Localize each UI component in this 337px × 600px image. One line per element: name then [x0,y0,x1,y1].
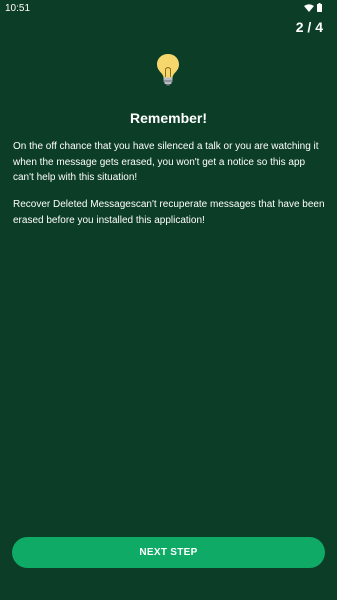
info-paragraph-1: On the off chance that you have silenced… [13,141,319,183]
step-counter: 2 / 4 [295,19,323,35]
battery-icon [317,3,322,12]
page-title: Remember! [129,110,208,126]
screen: 10:51 2 / 4 Remember! On the off chance … [0,0,337,600]
status-time: 10:51 [5,3,31,14]
wifi-icon [304,3,314,12]
info-paragraph-2: Recover Deleted Messagescan't recuperate… [13,199,325,226]
next-step-button[interactable]: NEXT STEP [12,537,325,568]
status-icons [304,3,322,12]
lightbulb-icon [155,52,181,86]
status-bar: 10:51 [0,0,337,16]
